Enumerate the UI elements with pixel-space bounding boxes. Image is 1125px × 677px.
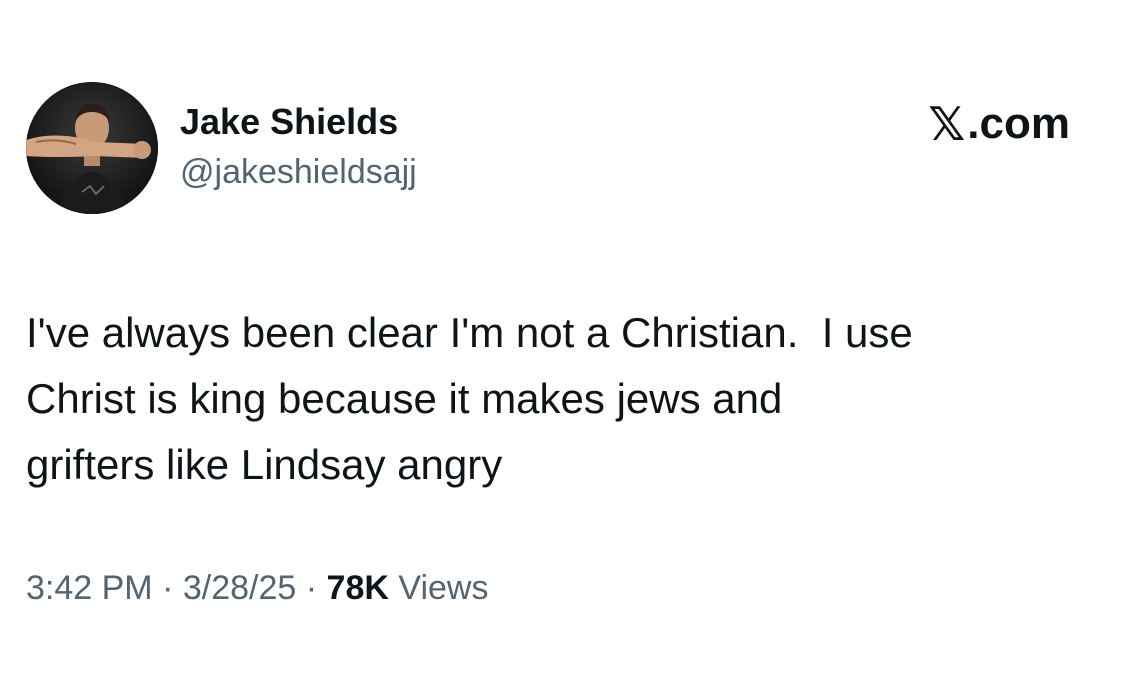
tweet-line: I've always been clear I'm not a Christi… bbox=[26, 309, 913, 356]
tweet-time[interactable]: 3:42 PM bbox=[26, 569, 153, 607]
views-label: Views bbox=[398, 569, 489, 607]
x-logo-icon: 𝕏 .com bbox=[928, 98, 1070, 150]
author-block: Jake Shields @jakeshieldsajj bbox=[180, 100, 417, 194]
avatar[interactable] bbox=[26, 82, 158, 214]
meta-separator: · bbox=[305, 569, 318, 607]
author-display-name[interactable]: Jake Shields bbox=[180, 100, 417, 144]
tweet-date[interactable]: 3/28/25 bbox=[183, 569, 296, 607]
tweet-body: I've always been clear I'm not a Christi… bbox=[26, 300, 1096, 498]
tweet-line: Christ is king because it makes jews and bbox=[26, 375, 783, 422]
x-glyph: 𝕏 bbox=[928, 97, 966, 151]
tweet-card: Jake Shields @jakeshieldsajj 𝕏 .com I've… bbox=[0, 0, 1125, 677]
tweet-meta: 3:42 PM · 3/28/25 · 78K Views bbox=[26, 566, 488, 610]
author-handle[interactable]: @jakeshieldsajj bbox=[180, 150, 417, 194]
avatar-image bbox=[26, 82, 158, 214]
views-count: 78K bbox=[326, 569, 389, 607]
brand-domain: .com bbox=[967, 99, 1070, 148]
tweet-line: grifters like Lindsay angry bbox=[26, 441, 503, 488]
meta-separator: · bbox=[162, 569, 174, 607]
